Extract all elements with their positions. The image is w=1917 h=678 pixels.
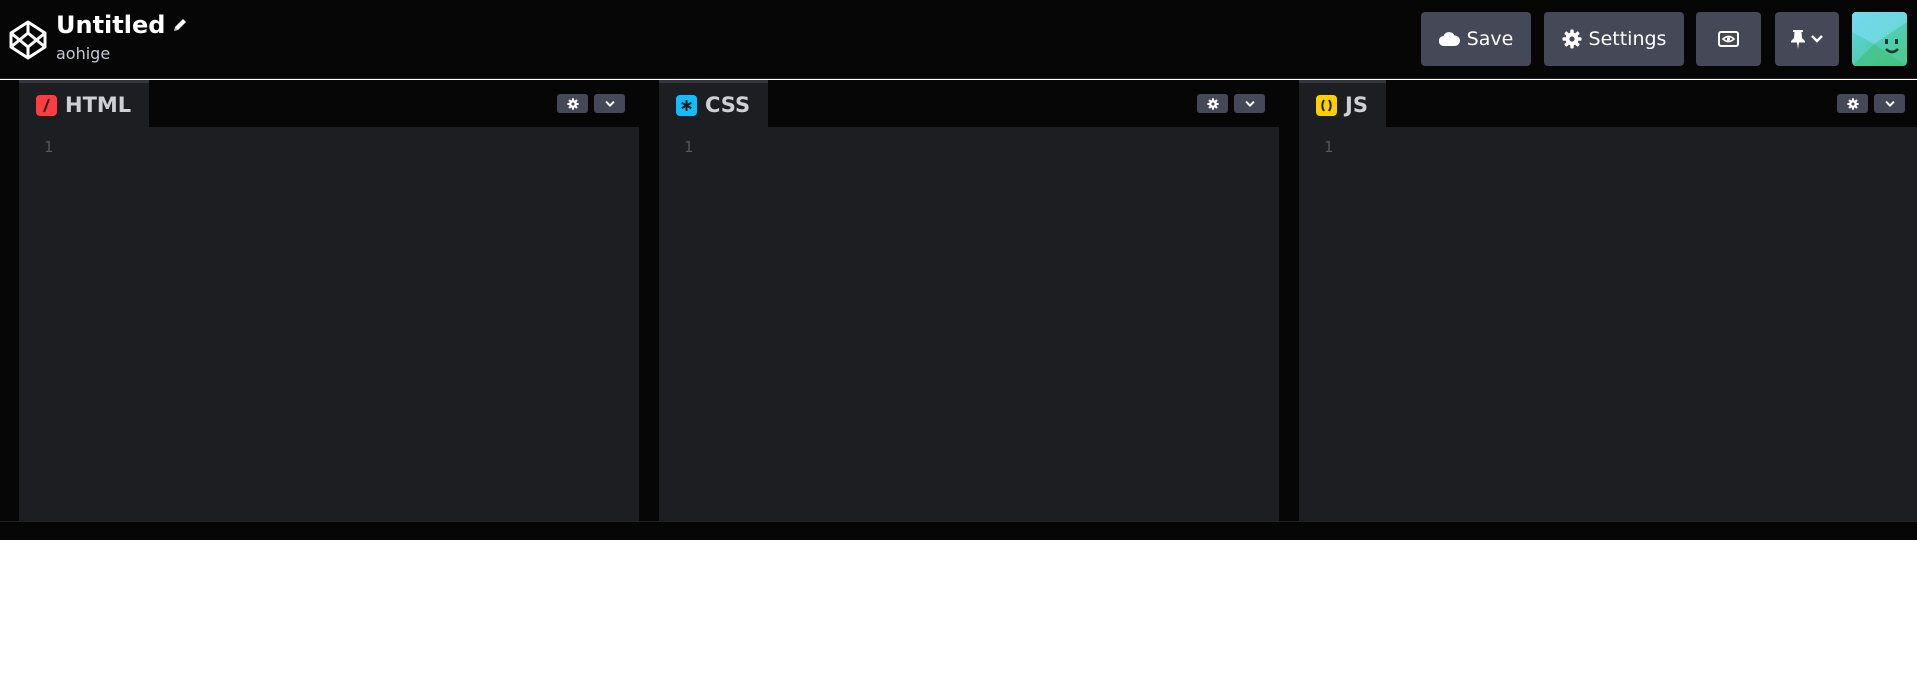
line-number: 1 [44, 138, 54, 156]
pen-author[interactable]: aohige [56, 44, 110, 63]
gear-icon [1846, 97, 1859, 110]
settings-button-label: Settings [1588, 28, 1667, 50]
codepen-logo-icon[interactable] [8, 20, 48, 60]
tab-css-label: CSS [705, 93, 751, 117]
pin-icon [1791, 30, 1805, 49]
tab-html[interactable]: HTML [19, 80, 150, 127]
layout-view-icon [1718, 31, 1739, 47]
pencil-icon[interactable] [172, 17, 188, 33]
pen-title-text[interactable]: Untitled [56, 11, 165, 39]
top-header: Untitled aohige Save Settings [0, 0, 1917, 79]
tab-js-label: JS [1345, 93, 1368, 117]
chevron-down-icon [604, 100, 615, 107]
gear-icon [1206, 97, 1219, 110]
result-preview[interactable] [0, 540, 1917, 678]
css-settings-button[interactable] [1197, 94, 1228, 113]
avatar-image [1852, 12, 1907, 66]
pin-menu-button[interactable] [1775, 12, 1839, 66]
chevron-down-icon [1884, 100, 1895, 107]
js-editor-pane[interactable]: JS 1 [1299, 80, 1917, 521]
line-number: 1 [1324, 138, 1334, 156]
cloud-icon [1438, 32, 1460, 46]
settings-button[interactable]: Settings [1544, 12, 1684, 66]
gear-icon [566, 97, 579, 110]
chevron-down-icon [1244, 100, 1255, 107]
change-view-button[interactable] [1696, 12, 1761, 66]
tab-css[interactable]: CSS [659, 80, 769, 127]
html-editor-pane[interactable]: HTML 1 [19, 80, 639, 521]
tab-js[interactable]: JS [1299, 80, 1386, 127]
js-collapse-button[interactable] [1874, 94, 1905, 113]
save-button[interactable]: Save [1421, 12, 1531, 66]
pen-title[interactable]: Untitled [56, 11, 188, 39]
tab-html-label: HTML [65, 93, 132, 117]
chevron-down-icon [1811, 35, 1823, 43]
pane-resize-handle[interactable] [1279, 80, 1298, 521]
left-gutter [0, 80, 19, 521]
line-number: 1 [684, 138, 694, 156]
editor-area: HTML 1 CSS 1 JS 1 [0, 80, 1917, 521]
js-tabbar [1299, 80, 1917, 127]
gear-icon [1562, 29, 1582, 49]
save-button-label: Save [1466, 28, 1514, 50]
css-editor-pane[interactable]: CSS 1 [659, 80, 1279, 521]
user-avatar[interactable] [1852, 12, 1907, 66]
preview-resize-bar[interactable] [0, 521, 1917, 540]
html-collapse-button[interactable] [594, 94, 625, 113]
pane-resize-handle[interactable] [639, 80, 658, 521]
html-settings-button[interactable] [557, 94, 588, 113]
css-badge-icon [676, 94, 697, 116]
js-badge-icon [1316, 94, 1337, 116]
js-settings-button[interactable] [1837, 94, 1868, 113]
html-badge-icon [36, 94, 57, 116]
css-collapse-button[interactable] [1234, 94, 1265, 113]
